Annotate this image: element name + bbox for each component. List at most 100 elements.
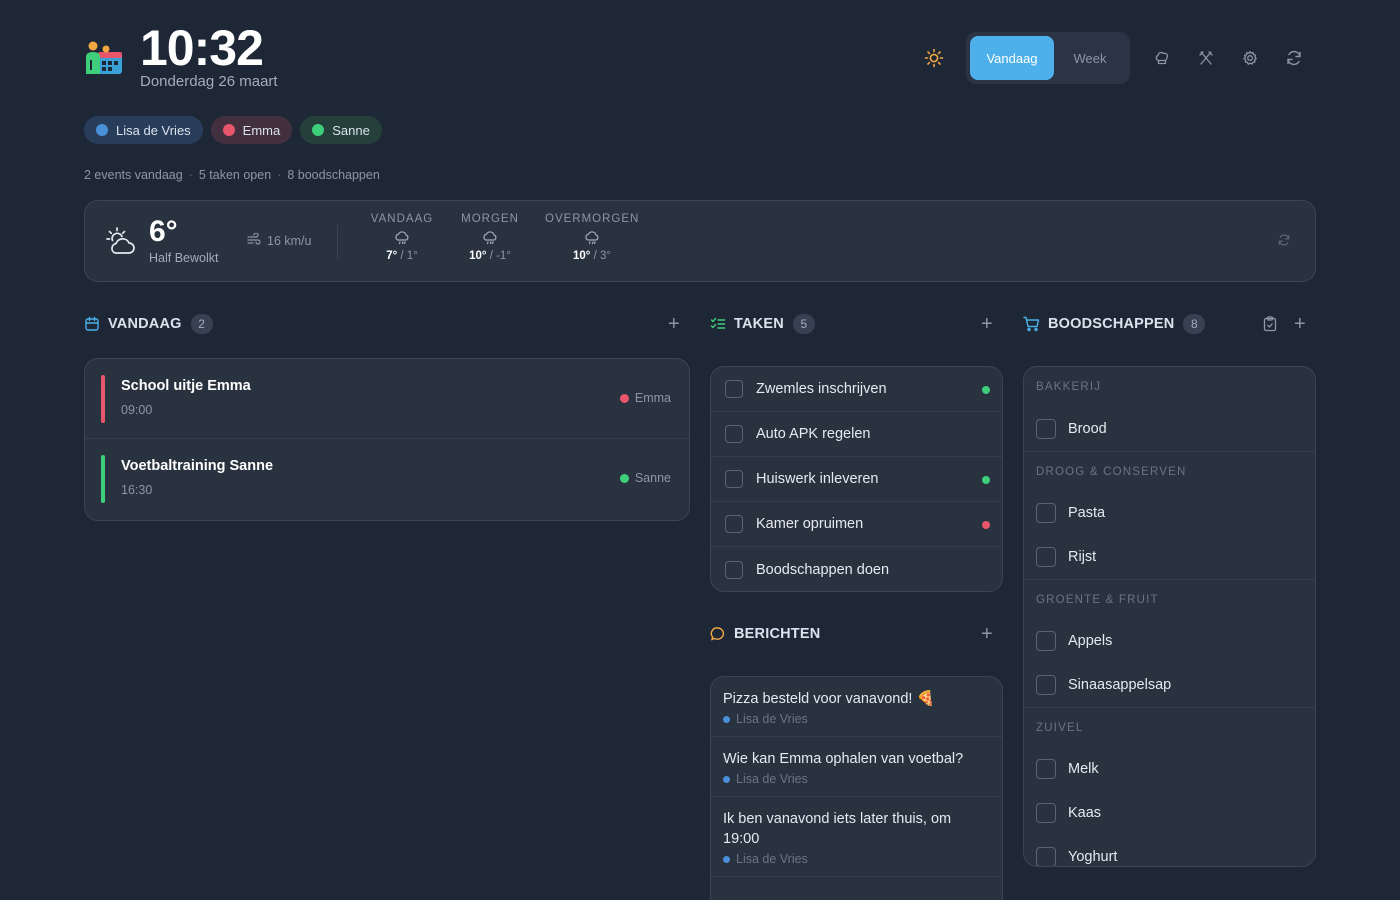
shopping-item[interactable]: Kaas	[1024, 791, 1315, 835]
checklist-icon	[710, 316, 726, 332]
shopping-item[interactable]: Yoghurt	[1024, 835, 1315, 866]
shopping-checkbox[interactable]	[1036, 847, 1056, 866]
family-calendar-logo-icon	[84, 40, 124, 78]
header-toolbar: Vandaag Week	[912, 32, 1316, 84]
shopping-item-label: Sinaasappelsap	[1068, 677, 1172, 693]
calendar-icon	[84, 316, 100, 332]
shopping-item[interactable]: Pasta	[1024, 491, 1315, 535]
shopping-checkbox[interactable]	[1036, 419, 1056, 439]
forecast-high: 7°	[386, 250, 398, 262]
shopping-item[interactable]: Rijst	[1024, 535, 1315, 579]
task-label: Auto APK regelen	[756, 426, 871, 442]
message-author-name: Lisa de Vries	[736, 712, 808, 726]
shopping-item-label: Pasta	[1068, 505, 1106, 521]
shopping-checkbox[interactable]	[1036, 803, 1056, 823]
message-item[interactable]: Pizza besteld voor vanavond! 🍕 Lisa de V…	[711, 677, 1002, 737]
event-color-bar	[101, 455, 105, 503]
task-label: Huiswerk inleveren	[756, 471, 879, 487]
shopping-item-label: Appels	[1068, 633, 1113, 649]
forecast-day-after: OVERMORGEN 10° / 3°	[545, 213, 639, 262]
member-color-dot	[312, 124, 325, 136]
messages-card: Pizza besteld voor vanavond! 🍕 Lisa de V…	[710, 676, 1003, 900]
view-today-button[interactable]: Vandaag	[970, 36, 1054, 80]
message-author: Lisa de Vries	[723, 772, 990, 786]
forecast-high: 10°	[573, 250, 591, 262]
forecast-temps: 7° / 1°	[386, 250, 418, 262]
forecast-low: 3°	[599, 250, 611, 262]
event-time: 16:30	[121, 483, 153, 497]
task-label: Zwemles inschrijven	[756, 381, 887, 397]
chat-bubble-icon	[710, 626, 726, 642]
member-chip-emma[interactable]: Emma	[210, 116, 293, 144]
task-checkbox[interactable]	[725, 560, 743, 579]
rain-cloud-icon	[459, 230, 521, 246]
chef-hat-icon[interactable]	[1140, 36, 1184, 80]
section-title: TAKEN	[734, 316, 784, 332]
add-event-button[interactable]: +	[668, 314, 680, 334]
member-chip-sanne[interactable]: Sanne	[300, 116, 382, 144]
shopping-checkbox[interactable]	[1036, 547, 1056, 567]
member-name: Sanne	[332, 122, 370, 138]
task-checkbox[interactable]	[725, 515, 743, 533]
forecast-day: MORGEN	[461, 213, 519, 225]
view-week-button[interactable]: Week	[1054, 36, 1126, 80]
weather-refresh-icon[interactable]	[1277, 233, 1291, 252]
event-item[interactable]: School uitje Emma 09:00 Emma	[85, 359, 689, 439]
view-toggle: Vandaag Week	[966, 32, 1130, 84]
task-checkbox[interactable]	[725, 470, 743, 488]
shopping-item[interactable]: Appels	[1024, 619, 1315, 663]
member-color-dot	[723, 855, 730, 863]
task-item[interactable]: Zwemles inschrijven	[711, 367, 1002, 412]
member-color-dot	[723, 775, 730, 783]
forecast-day: OVERMORGEN	[545, 213, 640, 225]
clipboard-icon[interactable]	[1263, 316, 1277, 337]
tasks-card: Zwemles inschrijven Auto APK regelen Hui…	[710, 366, 1003, 592]
clock: 10:32	[140, 20, 264, 76]
task-member-dot	[982, 476, 990, 484]
utensils-icon[interactable]	[1184, 36, 1228, 80]
count-badge: 8	[1183, 314, 1206, 334]
event-member: Sanne	[619, 471, 671, 485]
shopping-checkbox[interactable]	[1036, 503, 1056, 523]
task-item[interactable]: Boodschappen doen	[711, 547, 1002, 591]
event-time: 09:00	[121, 403, 153, 417]
wind-icon	[247, 232, 261, 248]
shopping-group-title: DROOG & CONSERVEN	[1024, 451, 1315, 491]
message-author: Lisa de Vries	[723, 712, 990, 726]
sun-icon[interactable]	[912, 36, 956, 80]
shopping-checkbox[interactable]	[1036, 675, 1056, 695]
member-name: Emma	[242, 122, 281, 138]
message-author: Lisa de Vries	[723, 852, 990, 866]
add-task-button[interactable]: +	[981, 314, 993, 334]
message-item[interactable]: Wie kan Emma ophalen van voetbal? Lisa d…	[711, 737, 1002, 797]
count-badge: 2	[190, 314, 213, 334]
shopping-checkbox[interactable]	[1036, 759, 1056, 779]
shopping-item[interactable]: Melk	[1024, 747, 1315, 791]
shopping-item[interactable]: Sinaasappelsap	[1024, 663, 1315, 707]
shopping-item-label: Yoghurt	[1068, 849, 1118, 865]
message-item[interactable]: Ik ben vanavond iets later thuis, om 19:…	[711, 797, 1002, 877]
task-item[interactable]: Huiswerk inleveren	[711, 457, 1002, 502]
rain-cloud-icon	[545, 230, 639, 246]
message-text: Ik ben vanavond iets later thuis, om 19:…	[723, 811, 952, 847]
member-chip-lisa[interactable]: Lisa de Vries	[84, 116, 203, 144]
gear-icon[interactable]	[1228, 36, 1272, 80]
refresh-icon[interactable]	[1272, 36, 1316, 80]
add-message-button[interactable]: +	[981, 624, 993, 644]
event-item[interactable]: Voetbaltraining Sanne 16:30 Sanne	[85, 439, 689, 519]
member-name: Lisa de Vries	[116, 122, 191, 138]
shopping-checkbox[interactable]	[1036, 631, 1056, 651]
member-color-dot	[723, 715, 730, 723]
shopping-item[interactable]: Brood	[1024, 407, 1315, 451]
event-color-bar	[101, 375, 105, 423]
task-item[interactable]: Kamer opruimen	[711, 502, 1002, 547]
task-checkbox[interactable]	[725, 425, 743, 443]
add-shopping-item-button[interactable]: +	[1294, 314, 1306, 334]
task-label: Boodschappen doen	[756, 561, 890, 578]
task-checkbox[interactable]	[725, 380, 743, 398]
weather-card: 6° Half Bewolkt 16 km/u VANDAAG 7° / 1° …	[84, 200, 1316, 282]
forecast-tomorrow: MORGEN 10° / -1°	[459, 213, 521, 262]
message-text: Wie kan Emma ophalen van voetbal?	[723, 751, 964, 767]
task-item[interactable]: Auto APK regelen	[711, 412, 1002, 457]
task-member-dot	[982, 386, 990, 394]
